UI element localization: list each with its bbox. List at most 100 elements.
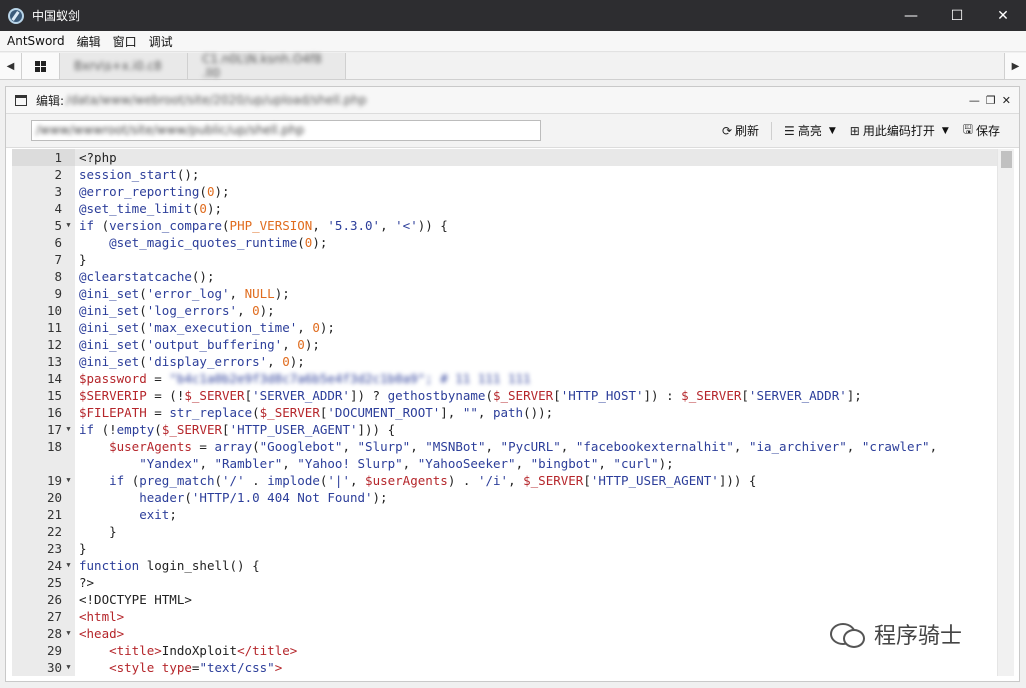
line-number-label: 19 — [46, 473, 62, 488]
line-number-label: 27 — [46, 609, 62, 624]
encoding-dropdown[interactable]: ⊞ 用此编码打开 ▼ — [843, 119, 956, 143]
menu-edit[interactable]: 编辑 — [71, 33, 107, 50]
highlight-label: 高亮 — [797, 124, 822, 138]
encoding-label: 用此编码打开 — [862, 124, 935, 138]
minimize-button[interactable]: — — [888, 0, 934, 31]
line-number: 25 — [12, 574, 75, 591]
code-line: function login_shell() { — [79, 558, 260, 573]
refresh-label: 刷新 — [735, 124, 760, 138]
line-number-label: 6 — [54, 235, 62, 250]
line-number-label: 18 — [46, 439, 62, 454]
fold-arrow-icon[interactable]: ▼ — [62, 421, 75, 438]
line-number: 26 — [12, 591, 75, 608]
line-number: 19 ▼ — [12, 472, 75, 489]
code-line: } — [79, 252, 87, 267]
code-line: @error_reporting(0); — [79, 184, 230, 199]
panel-restore-button[interactable]: ❐ — [986, 94, 996, 107]
line-number: 23 — [12, 540, 75, 557]
highlight-dropdown[interactable]: ☰ 高亮 ▼ — [777, 119, 843, 143]
line-number: 21 — [12, 506, 75, 523]
line-number-label: 10 — [46, 303, 62, 318]
code-line: @ini_set('display_errors', 0); — [79, 354, 305, 369]
panel-close-button[interactable]: ✕ — [1002, 94, 1011, 107]
line-number-label: 22 — [46, 524, 62, 539]
save-icon: 🖫 — [962, 122, 973, 136]
line-number: 3 — [12, 183, 75, 200]
close-button[interactable]: ✕ — [980, 0, 1026, 31]
toolbar-divider — [771, 121, 773, 140]
code-line: exit; — [139, 507, 177, 522]
line-number-label — [12, 455, 62, 472]
line-number-label: 8 — [54, 269, 62, 284]
line-number: 18 — [12, 438, 75, 455]
line-number-label: 15 — [46, 388, 62, 403]
line-number-label: 1 — [54, 150, 62, 165]
wechat-icon — [829, 621, 866, 648]
toolbar-actions: ⟳ 刷新 ☰ 高亮 ▼ ⊞ 用此编码打开 ▼ 🖫 保存 — [715, 119, 1007, 143]
window-title: 中国蚁剑 — [32, 9, 81, 23]
menu-antsword[interactable]: AntSword — [0, 34, 71, 48]
tab-shell-2[interactable]: C1.n0L\N.ksnh.O4f8 .ll0 — [188, 52, 346, 80]
scrollbar-thumb[interactable] — [1001, 151, 1012, 168]
tab-scroll-left-button[interactable]: ◀ — [0, 53, 22, 79]
code-line: if (!empty($_SERVER['HTTP_USER_AGENT']))… — [79, 422, 396, 437]
fold-arrow-icon[interactable]: ▼ — [62, 659, 75, 676]
code-area[interactable]: <?php session_start(); @error_reporting(… — [75, 149, 997, 676]
tab-scroll-right-button[interactable]: ▶ — [1004, 53, 1026, 79]
code-line: if (version_compare(PHP_VERSION, '5.3.0'… — [79, 218, 448, 233]
menu-window[interactable]: 窗口 — [107, 33, 143, 50]
line-number: 28 ▼ — [12, 625, 75, 642]
line-number-label: 23 — [46, 541, 62, 556]
line-number-label: 9 — [54, 286, 62, 301]
watermark-text: 程序骑士 — [873, 624, 962, 649]
code-line: } — [79, 541, 87, 556]
line-number: 8 — [12, 268, 75, 285]
code-line: header('HTTP/1.0 404 Not Found'); — [139, 490, 388, 505]
fold-arrow-icon[interactable]: ▼ — [62, 625, 75, 642]
panel-header: 编辑: /data/www/webroot/site/2020/up/uploa… — [6, 87, 1019, 114]
code-line: @ini_set('error_log', NULL); — [79, 286, 290, 301]
vertical-scrollbar[interactable] — [997, 149, 1014, 676]
line-number-label: 4 — [54, 201, 62, 216]
window-controls: — ☐ ✕ — [888, 0, 1026, 31]
maximize-button[interactable]: ☐ — [934, 0, 980, 31]
code-editor[interactable]: 1 2 3 4 5 ▼ 6 7 8 9 10 11 12 13 14 15 16 17 ▼ 18 19 ▼ 20 21 22 23… — [12, 149, 1014, 676]
fold-arrow-icon[interactable]: ▼ — [62, 557, 75, 574]
fold-arrow-icon[interactable]: ▼ — [62, 217, 75, 234]
panel-minimize-button[interactable]: — — [969, 94, 980, 107]
save-button[interactable]: 🖫 保存 — [956, 119, 1007, 143]
refresh-button[interactable]: ⟳ 刷新 — [715, 119, 766, 143]
line-number-label: 3 — [54, 184, 62, 199]
line-number — [12, 455, 75, 472]
line-number-label: 5 — [54, 218, 62, 233]
code-line: $SERVERIP = (!$_SERVER['SERVER_ADDR']) ?… — [79, 388, 862, 403]
chevron-down-icon: ▼ — [941, 125, 949, 136]
tab-label: Bxrv\s+x.i0.c8 — [74, 59, 162, 73]
menu-debug[interactable]: 调试 — [143, 33, 179, 50]
line-number: 4 — [12, 200, 75, 217]
tab-home[interactable] — [22, 53, 60, 79]
path-input-wrap: /www/wwwroot/site/www/public/up/shell.ph… — [6, 120, 541, 141]
code-line: @ini_set('log_errors', 0); — [79, 303, 275, 318]
code-line: $userAgents = array("Googlebot", "Slurp"… — [109, 439, 938, 454]
fold-arrow-icon[interactable]: ▼ — [62, 472, 75, 489]
window-icon — [15, 94, 27, 106]
tab-shell-1[interactable]: Bxrv\s+x.i0.c8 — [60, 53, 188, 79]
file-path-input[interactable] — [31, 120, 541, 141]
line-number-label: 25 — [46, 575, 62, 590]
line-number: 13 — [12, 353, 75, 370]
refresh-icon: ⟳ — [721, 123, 733, 138]
code-line: <!DOCTYPE HTML> — [79, 592, 192, 607]
line-number-label: 7 — [54, 252, 62, 267]
